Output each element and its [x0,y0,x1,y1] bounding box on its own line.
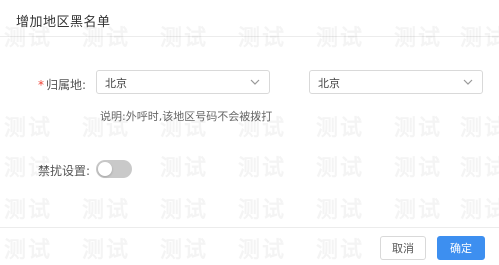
watermark: 测试 [4,192,52,224]
add-region-blacklist-dialog: 增加地区黑名单 * 归属地: 北京 北京 说明:外呼时,该地区号码不会被拨打 禁扰… [0,0,499,265]
watermark: 测试 [316,150,364,182]
watermark: 测试 [160,150,208,182]
province-select[interactable]: 北京 [96,70,270,94]
region-label: * 归属地: [38,76,86,93]
dialog-header: 增加地区黑名单 [0,0,499,37]
dialog-title: 增加地区黑名单 [16,15,111,30]
dnd-toggle[interactable] [96,160,132,178]
watermark: 测试 [460,110,499,142]
watermark: 测试 [82,192,130,224]
region-label-text: 归属地: [46,78,87,92]
watermark-layer: 测试 测试 测试 测试 测试 测试 测试 测试 测试 测试 测试 测试 测试 测… [0,0,499,265]
watermark: 测试 [394,150,442,182]
watermark: 测试 [316,110,364,142]
watermark: 测试 [460,150,499,182]
watermark: 测试 [460,192,499,224]
city-select-value: 北京 [318,77,340,90]
dnd-label: 禁扰设置: [38,164,91,178]
watermark: 测试 [316,192,364,224]
watermark: 测试 [394,192,442,224]
ok-button[interactable]: 确定 [437,236,485,260]
cancel-button[interactable]: 取消 [380,236,426,260]
watermark: 测试 [160,192,208,224]
watermark: 测试 [238,150,286,182]
chevron-down-icon [250,79,260,85]
watermark: 测试 [4,110,52,142]
province-select-value: 北京 [105,77,127,90]
required-mark: * [38,78,44,92]
toggle-knob [98,162,112,176]
region-hint: 说明:外呼时,该地区号码不会被拨打 [100,110,273,123]
city-select[interactable]: 北京 [309,70,483,94]
watermark: 测试 [238,192,286,224]
watermark: 测试 [394,110,442,142]
chevron-down-icon [463,79,473,85]
